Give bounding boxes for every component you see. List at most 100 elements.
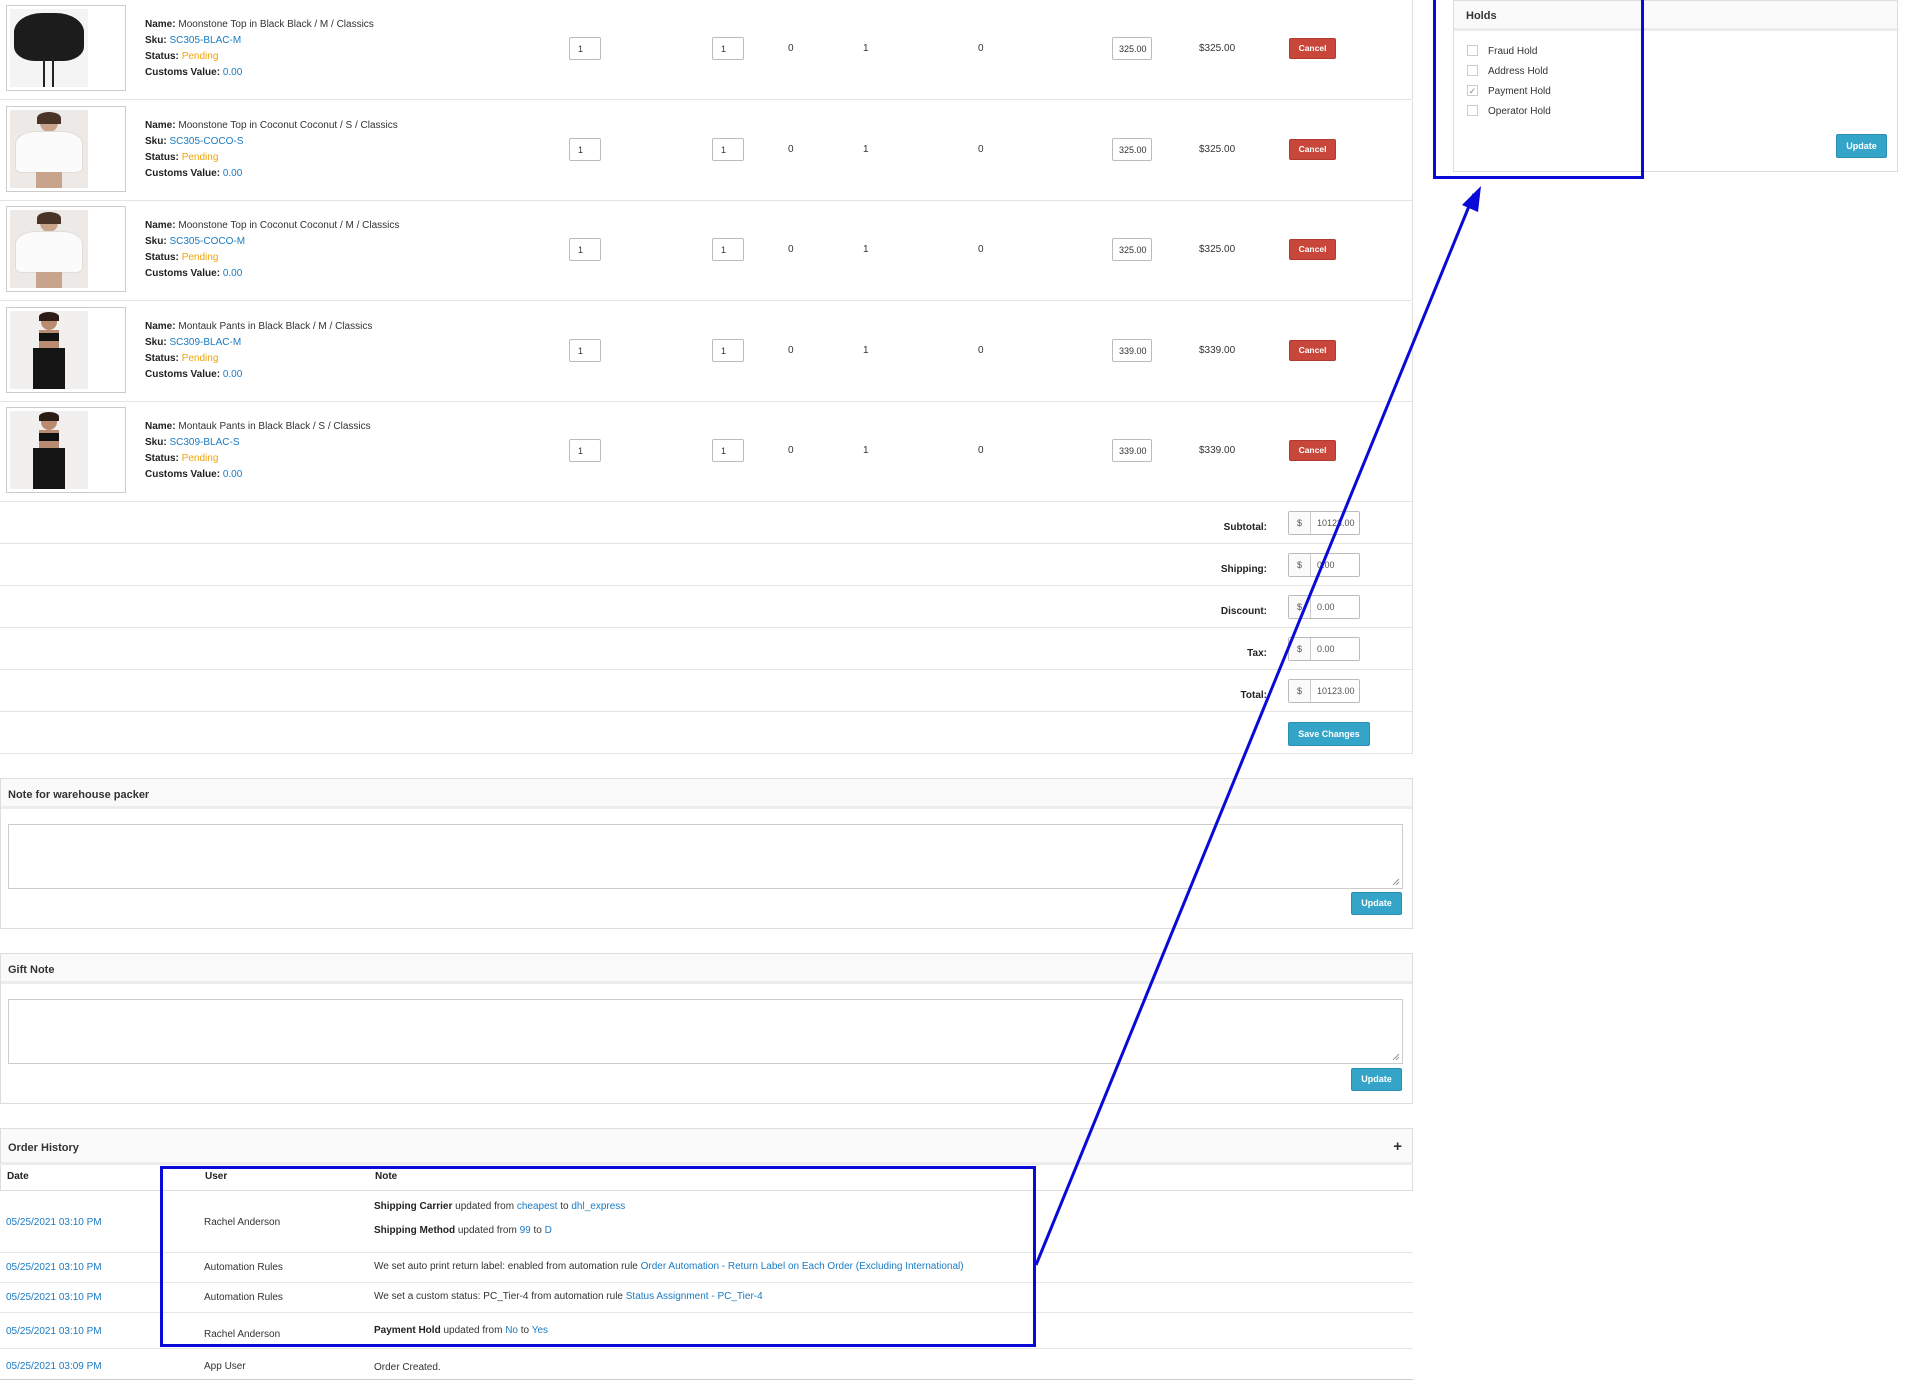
subtotal-field[interactable]: $ 10123.00 (1288, 511, 1360, 535)
discount-value[interactable]: 0.00 (1311, 596, 1335, 618)
quantity-input[interactable]: 1 (712, 238, 744, 261)
gift-note-update-button[interactable]: Update (1351, 1068, 1402, 1091)
subtotal-label: Subtotal: (1223, 522, 1267, 533)
discount-field[interactable]: $ 0.00 (1288, 595, 1360, 619)
history-date[interactable]: 05/25/2021 03:10 PM (6, 1326, 102, 1337)
order-main-panel: Name: Moonstone Top in Black Black / M /… (0, 0, 1413, 1389)
item-status: Pending (181, 353, 219, 364)
item-count: 0 (788, 43, 794, 54)
shipping-field[interactable]: $ 0.00 (1288, 553, 1360, 577)
automation-rule-link[interactable]: Status Assignment - PC_Tier-4 (626, 1291, 763, 1302)
quantity-input[interactable]: 1 (569, 238, 601, 261)
product-thumbnail[interactable] (6, 307, 126, 393)
total-value[interactable]: 10123.00 (1311, 680, 1355, 702)
column-date: Date (7, 1171, 29, 1182)
name-label: Name: (145, 19, 176, 30)
item-customs-value[interactable]: 0.00 (223, 268, 242, 279)
item-count: 0 (978, 43, 984, 54)
history-date[interactable]: 05/25/2021 03:10 PM (6, 1217, 102, 1228)
warehouse-note-panel: Note for warehouse packer Update (0, 778, 1413, 929)
product-thumbnail[interactable] (6, 407, 126, 493)
item-count: 1 (863, 43, 869, 54)
save-changes-button[interactable]: Save Changes (1288, 722, 1370, 746)
sku-label: Sku: (145, 337, 167, 348)
item-name: Montauk Pants in Black Black / M / Class… (178, 321, 373, 332)
subtotal-value[interactable]: 10123.00 (1311, 512, 1355, 534)
item-info: Name: Moonstone Top in Coconut Coconut /… (145, 118, 398, 182)
unit-price-input[interactable]: 325.00 (1112, 138, 1152, 161)
hold-option[interactable]: Fraud Hold (1467, 45, 1537, 57)
unit-price-input[interactable]: 325.00 (1112, 238, 1152, 261)
hold-option[interactable]: ✓ Payment Hold (1467, 85, 1551, 97)
item-status: Pending (181, 51, 219, 62)
checkbox[interactable] (1467, 45, 1478, 56)
cancel-item-button[interactable]: Cancel (1289, 38, 1336, 59)
quantity-input[interactable]: 1 (569, 37, 601, 60)
note-from-value[interactable]: No (505, 1325, 518, 1336)
automation-rule-link[interactable]: Order Automation - Return Label on Each … (641, 1261, 964, 1272)
status-label: Status: (145, 152, 179, 163)
item-customs-value[interactable]: 0.00 (223, 67, 242, 78)
tax-value[interactable]: 0.00 (1311, 638, 1335, 660)
item-customs-value[interactable]: 0.00 (223, 469, 242, 480)
warehouse-note-textarea[interactable] (8, 824, 1403, 889)
checkbox[interactable] (1467, 105, 1478, 116)
product-thumbnail[interactable] (6, 206, 126, 292)
hold-option[interactable]: Address Hold (1467, 65, 1548, 77)
unit-price-input[interactable]: 325.00 (1112, 37, 1152, 60)
item-sku-link[interactable]: SC305-BLAC-M (169, 35, 241, 46)
note-to-word: to (533, 1225, 542, 1236)
history-date[interactable]: 05/25/2021 03:10 PM (6, 1292, 102, 1303)
quantity-input[interactable]: 1 (569, 138, 601, 161)
cancel-item-button[interactable]: Cancel (1289, 440, 1336, 461)
item-customs-value[interactable]: 0.00 (223, 369, 242, 380)
holds-update-button[interactable]: Update (1836, 134, 1887, 158)
total-field[interactable]: $ 10123.00 (1288, 679, 1360, 703)
checked-checkbox[interactable]: ✓ (1467, 85, 1478, 96)
item-row: Name: Moonstone Top in Coconut Coconut /… (0, 201, 1413, 301)
history-user: Rachel Anderson (204, 1217, 281, 1228)
product-thumbnail[interactable] (6, 106, 126, 192)
quantity-input[interactable]: 1 (712, 37, 744, 60)
item-sku-link[interactable]: SC309-BLAC-S (169, 437, 239, 448)
resize-grip-icon[interactable] (1392, 878, 1400, 886)
quantity-input[interactable]: 1 (569, 339, 601, 362)
status-label: Status: (145, 353, 179, 364)
item-sku-link[interactable]: SC305-COCO-M (169, 236, 245, 247)
shipping-value[interactable]: 0.00 (1311, 554, 1335, 576)
tax-field[interactable]: $ 0.00 (1288, 637, 1360, 661)
unit-price-input[interactable]: 339.00 (1112, 339, 1152, 362)
note-from-value[interactable]: cheapest (517, 1201, 558, 1212)
item-customs-value[interactable]: 0.00 (223, 168, 242, 179)
item-count: 1 (863, 244, 869, 255)
cancel-item-button[interactable]: Cancel (1289, 340, 1336, 361)
note-to-value[interactable]: Yes (532, 1325, 548, 1336)
quantity-input[interactable]: 1 (712, 138, 744, 161)
gift-note-title: Gift Note (1, 954, 1412, 984)
history-date[interactable]: 05/25/2021 03:10 PM (6, 1262, 102, 1273)
expand-plus-icon[interactable]: + (1393, 1138, 1402, 1155)
resize-grip-icon[interactable] (1392, 1053, 1400, 1061)
quantity-input[interactable]: 1 (712, 439, 744, 462)
history-date[interactable]: 05/25/2021 03:09 PM (6, 1361, 102, 1372)
cancel-item-button[interactable]: Cancel (1289, 139, 1336, 160)
item-sku-link[interactable]: SC305-COCO-S (169, 136, 243, 147)
cancel-item-button[interactable]: Cancel (1289, 239, 1336, 260)
history-user: Automation Rules (204, 1262, 283, 1273)
item-sku-link[interactable]: SC309-BLAC-M (169, 337, 241, 348)
unit-price-input[interactable]: 339.00 (1112, 439, 1152, 462)
sku-label: Sku: (145, 236, 167, 247)
currency-symbol: $ (1289, 554, 1311, 576)
note-to-value[interactable]: dhl_express (571, 1201, 625, 1212)
checkbox[interactable] (1467, 65, 1478, 76)
note-to-value[interactable]: D (545, 1225, 552, 1236)
gift-note-textarea[interactable] (8, 999, 1403, 1064)
hold-option[interactable]: Operator Hold (1467, 105, 1551, 117)
product-thumbnail[interactable] (6, 5, 126, 91)
note-from-value[interactable]: 99 (520, 1225, 531, 1236)
warehouse-note-update-button[interactable]: Update (1351, 892, 1402, 915)
sku-label: Sku: (145, 35, 167, 46)
quantity-input[interactable]: 1 (712, 339, 744, 362)
quantity-input[interactable]: 1 (569, 439, 601, 462)
product-image (10, 110, 88, 188)
